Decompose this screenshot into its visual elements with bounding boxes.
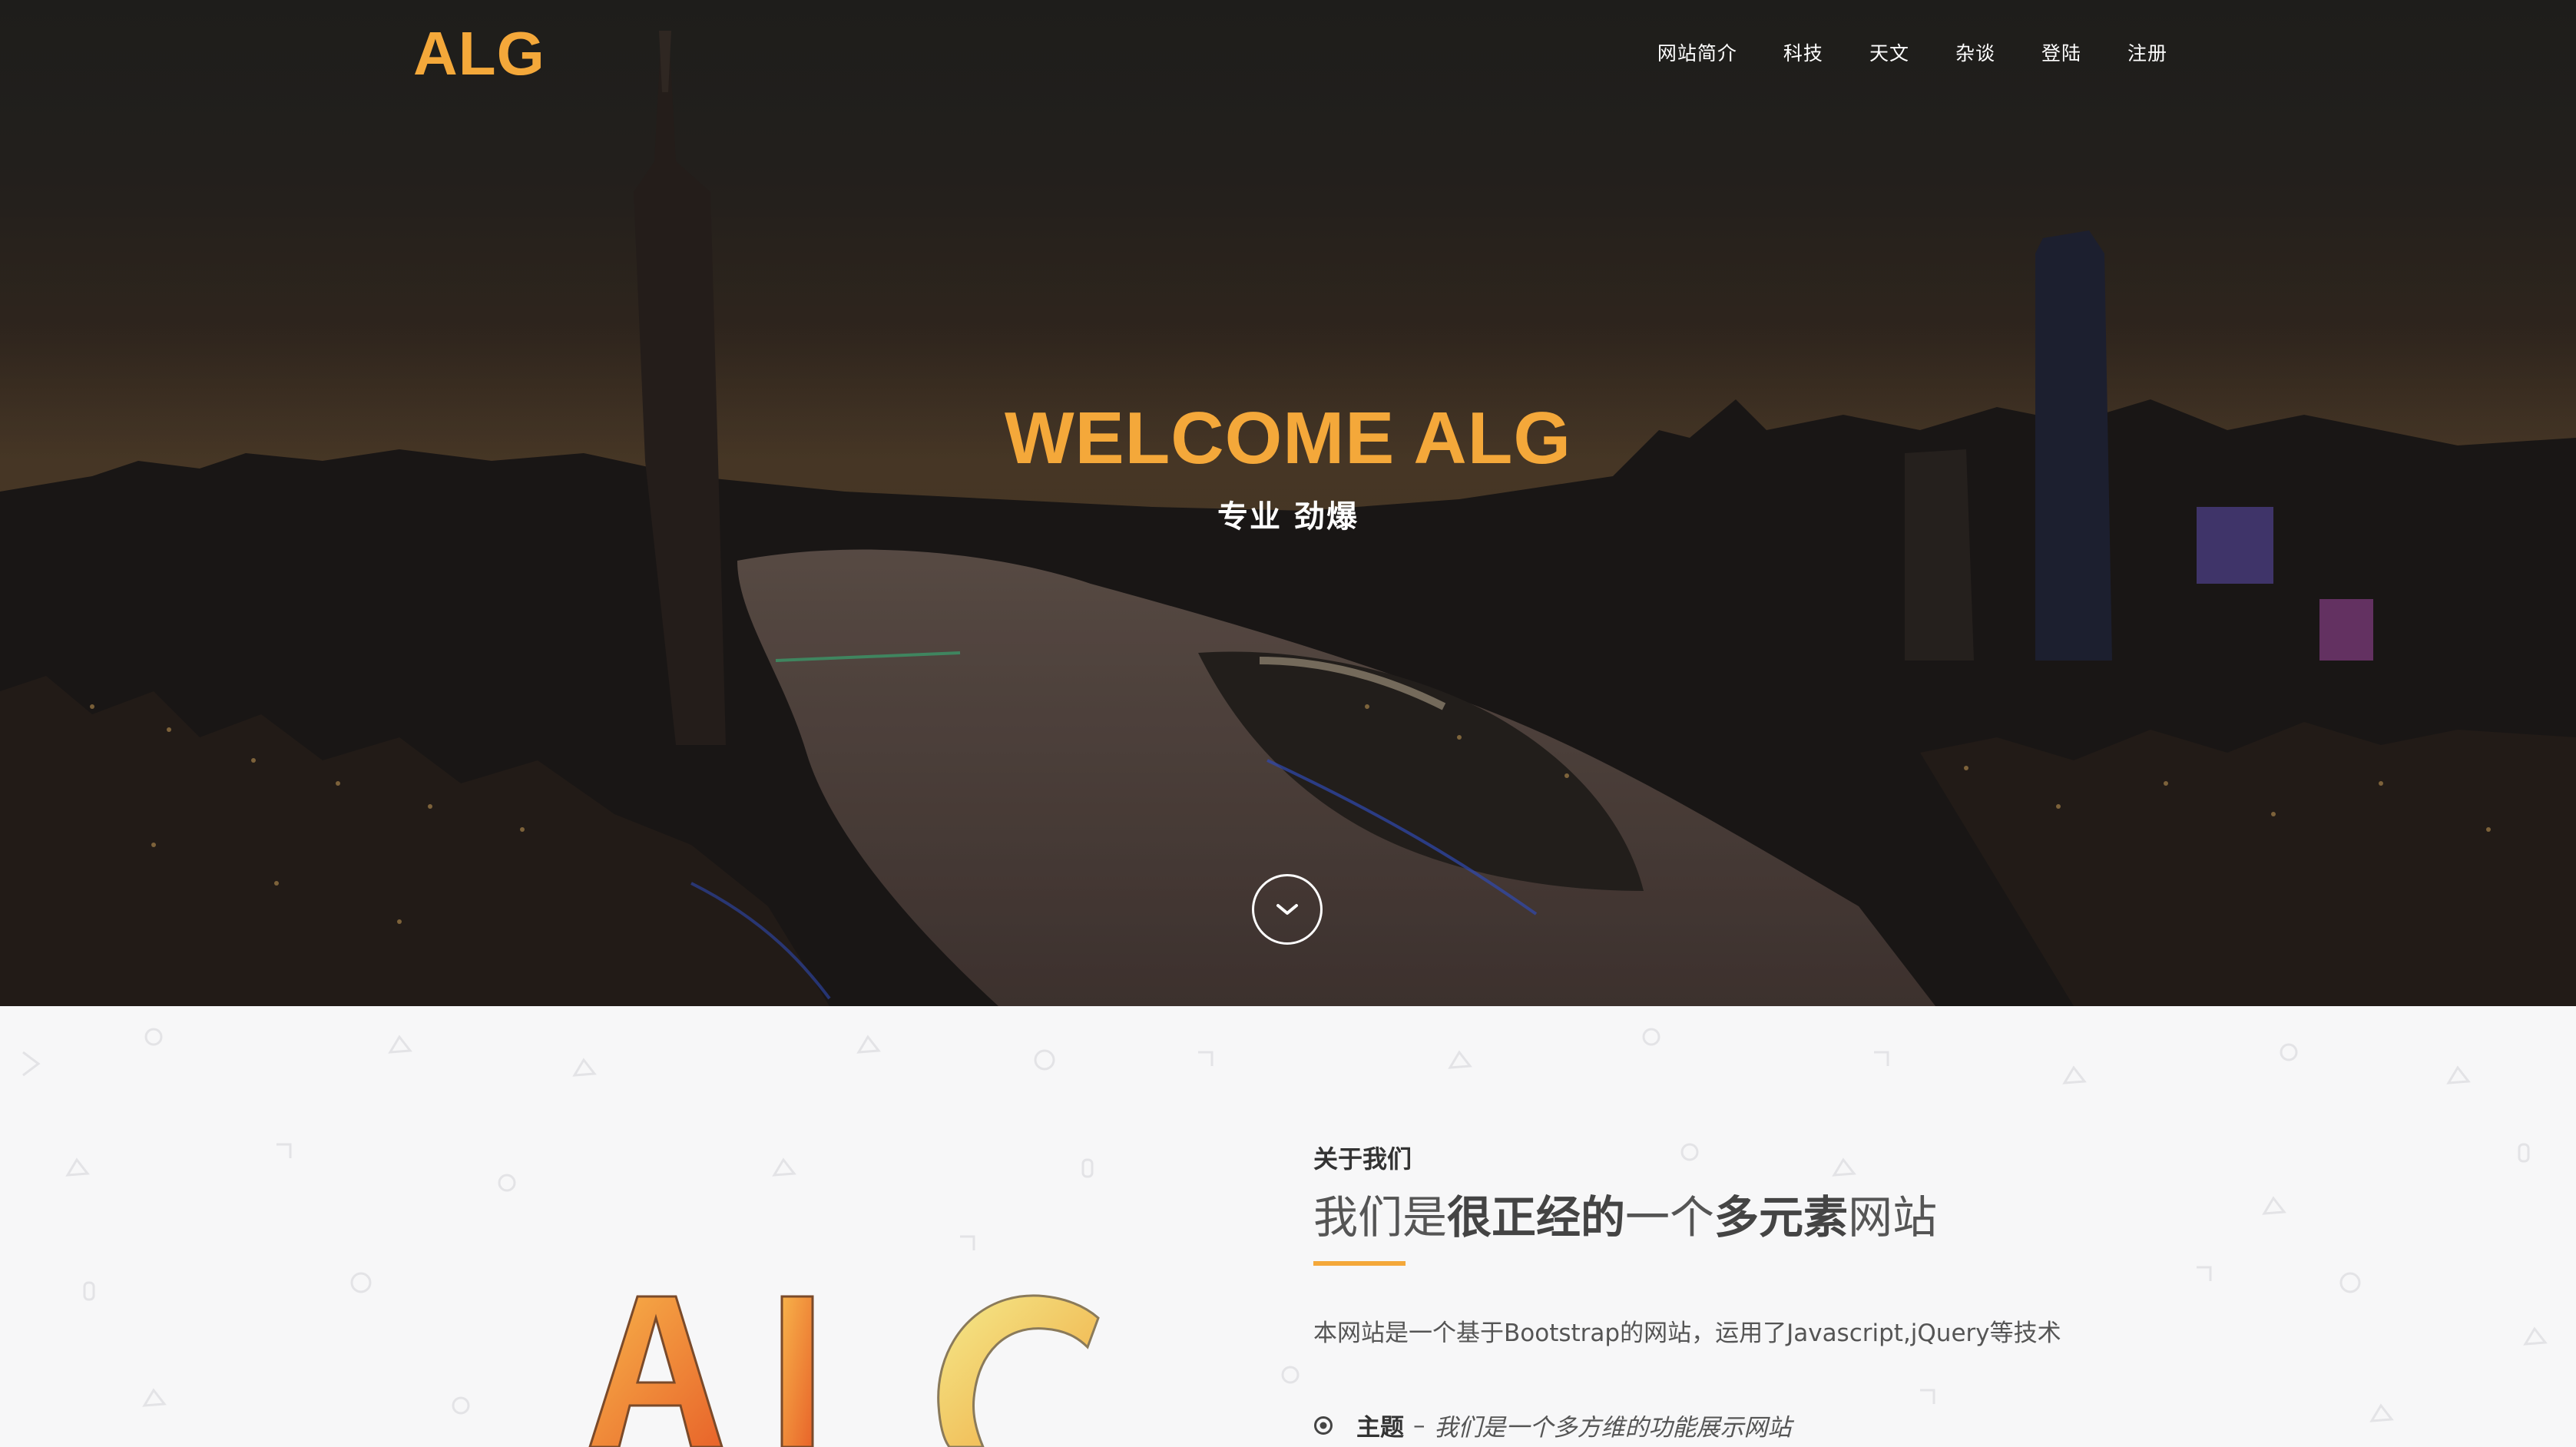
heading-part-4: 多元素	[1714, 1191, 1849, 1243]
heading-part-1: 我们是	[1313, 1191, 1448, 1243]
target-icon	[1314, 1416, 1333, 1435]
nav-item-about-site[interactable]: 网站简介	[1634, 37, 1760, 71]
about-heading: 我们是很正经的一个多元素网站	[1313, 1181, 2312, 1246]
about-content: 关于我们 我们是很正经的一个多元素网站 本网站是一个基于Bootstrap的网站…	[1313, 1140, 2312, 1442]
about-section: 关于我们 我们是很正经的一个多元素网站 本网站是一个基于Bootstrap的网站…	[0, 1006, 2576, 1447]
main-nav: 网站简介 科技 天文 杂谈 登陆 注册	[1634, 37, 2167, 71]
nav-item-astronomy[interactable]: 天文	[1846, 37, 1932, 71]
hero-title: WELCOME ALG	[1004, 397, 1572, 479]
feature-title: 主题	[1356, 1414, 1404, 1442]
about-label: 关于我们	[1313, 1144, 1412, 1174]
nav-item-register[interactable]: 注册	[2104, 37, 2167, 71]
feature-description: 我们是一个多方维的功能展示网站	[1434, 1414, 1792, 1442]
accent-divider	[1313, 1261, 1406, 1266]
heading-part-5: 网站	[1848, 1191, 1938, 1243]
brand-logo[interactable]: ALG	[413, 18, 545, 89]
chevron-down-icon	[1276, 904, 1298, 915]
heading-part-3: 一个	[1625, 1191, 1715, 1243]
feature-item: 主题 – 我们是一个多方维的功能展示网站	[1313, 1408, 2312, 1442]
nav-item-technology[interactable]: 科技	[1760, 37, 1846, 71]
hero-section: ALG 网站简介 科技 天文 杂谈 登陆 注册 WELCOME ALG 专业 劲…	[0, 0, 2576, 1006]
hero-subtitle: 专业 劲爆	[1217, 499, 1359, 535]
feature-separator: –	[1413, 1411, 1425, 1439]
nav-item-login[interactable]: 登陆	[2018, 37, 2104, 71]
heading-part-2: 很正经的	[1447, 1191, 1626, 1243]
alg-3d-logo	[588, 1294, 1100, 1447]
about-description: 本网站是一个基于Bootstrap的网站，运用了Javascript,jQuer…	[1313, 1320, 2061, 1347]
nav-item-misc[interactable]: 杂谈	[1932, 37, 2018, 71]
scroll-down-button[interactable]	[1252, 874, 1323, 945]
